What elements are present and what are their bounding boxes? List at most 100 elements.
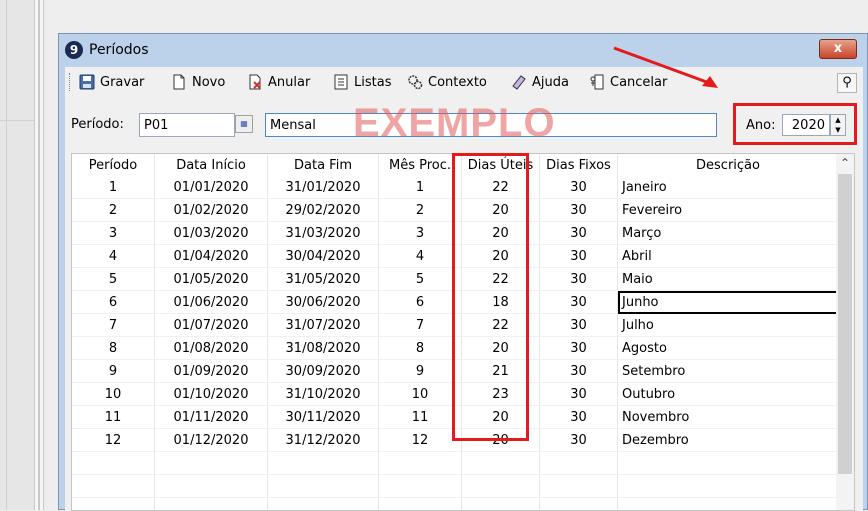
cell[interactable]: 30 (540, 406, 618, 429)
cell[interactable]: 30 (540, 291, 618, 314)
cell[interactable]: 20 (462, 199, 540, 222)
cell[interactable]: 18 (462, 291, 540, 314)
cell[interactable]: 31/01/2020 (268, 176, 379, 199)
listas-button[interactable]: Listas (333, 72, 391, 92)
cell[interactable]: 01/11/2020 (155, 406, 268, 429)
cell[interactable]: 8 (72, 337, 155, 360)
cell[interactable]: 10 (379, 383, 462, 406)
col-dias-fixos[interactable]: Dias Fixos (540, 154, 618, 176)
cell[interactable]: 2 (72, 199, 155, 222)
cell[interactable]: 30 (540, 245, 618, 268)
cell[interactable]: 31/07/2020 (268, 314, 379, 337)
ano-spinner[interactable]: ▲ ▼ (830, 114, 846, 136)
splitter[interactable] (34, 0, 44, 510)
col-dias-uteis[interactable]: Dias Úteis (462, 154, 540, 176)
col-mes-proc[interactable]: Mês Proc. (379, 154, 462, 176)
toolbar-grip[interactable] (69, 73, 73, 91)
cell[interactable]: Março (618, 222, 839, 245)
cell[interactable]: 22 (462, 314, 540, 337)
table-row-empty[interactable] (72, 452, 839, 475)
col-descricao[interactable]: Descrição (618, 154, 839, 176)
table-row[interactable]: 1101/11/202030/11/2020112030Novembro (72, 406, 839, 429)
cell[interactable]: 21 (462, 360, 540, 383)
cell[interactable]: 12 (379, 429, 462, 452)
cell[interactable]: Janeiro (618, 176, 839, 199)
cell[interactable]: Fevereiro (618, 199, 839, 222)
cell[interactable]: 9 (72, 360, 155, 383)
cell[interactable]: 3 (72, 222, 155, 245)
selected-cell[interactable]: Junho (618, 291, 839, 314)
cell[interactable]: 31/12/2020 (268, 429, 379, 452)
scroll-thumb[interactable] (838, 174, 852, 474)
cell[interactable]: 01/07/2020 (155, 314, 268, 337)
table-row[interactable]: 1201/12/202031/12/2020122030Dezembro (72, 429, 839, 452)
cell[interactable]: 30/11/2020 (268, 406, 379, 429)
cell[interactable]: 10 (72, 383, 155, 406)
cell[interactable]: Novembro (618, 406, 839, 429)
table-row[interactable]: 901/09/202030/09/202092130Setembro (72, 360, 839, 383)
cell[interactable]: 2 (379, 199, 462, 222)
cell[interactable]: 11 (72, 406, 155, 429)
cell[interactable]: 6 (379, 291, 462, 314)
cell[interactable]: 01/02/2020 (155, 199, 268, 222)
cell[interactable]: Julho (618, 314, 839, 337)
vertical-scrollbar[interactable]: ⌃ (836, 154, 854, 510)
table-row[interactable]: 301/03/202031/03/202032030Março (72, 222, 839, 245)
cell[interactable]: 23 (462, 383, 540, 406)
cell[interactable]: 8 (379, 337, 462, 360)
cell[interactable]: Outubro (618, 383, 839, 406)
cell[interactable]: 22 (462, 268, 540, 291)
cell[interactable]: 5 (72, 268, 155, 291)
cell[interactable]: 01/01/2020 (155, 176, 268, 199)
cell[interactable]: 01/06/2020 (155, 291, 268, 314)
cell[interactable]: 30 (540, 222, 618, 245)
search-button[interactable]: ⚲ (837, 73, 857, 93)
cell[interactable]: Maio (618, 268, 839, 291)
table-row[interactable]: 701/07/202031/07/202072230Julho (72, 314, 839, 337)
cell[interactable]: 01/09/2020 (155, 360, 268, 383)
col-data-fim[interactable]: Data Fim (268, 154, 379, 176)
title-bar[interactable]: 9 Períodos x (59, 34, 867, 66)
cell[interactable]: 30 (540, 199, 618, 222)
cell[interactable]: 30 (540, 383, 618, 406)
cell[interactable]: 31/03/2020 (268, 222, 379, 245)
cell[interactable]: 4 (379, 245, 462, 268)
spin-up-icon[interactable]: ▲ (831, 115, 845, 125)
col-data-inicio[interactable]: Data Início (155, 154, 268, 176)
cell[interactable]: 29/02/2020 (268, 199, 379, 222)
table-row[interactable]: 401/04/202030/04/202042030Abril (72, 245, 839, 268)
cell[interactable]: 30/06/2020 (268, 291, 379, 314)
cell[interactable]: 20 (462, 245, 540, 268)
periodo-input[interactable] (139, 113, 235, 137)
cell[interactable]: Setembro (618, 360, 839, 383)
cell[interactable]: 7 (72, 314, 155, 337)
ano-input[interactable]: 2020 (782, 114, 830, 136)
table-row-selected[interactable]: 601/06/202030/06/202061830Junho (72, 291, 839, 314)
table-row-empty[interactable] (72, 475, 839, 498)
cell[interactable]: 1 (379, 176, 462, 199)
periodo-lookup-button[interactable]: ▦ (235, 115, 253, 133)
close-button[interactable]: x (819, 39, 857, 59)
cancelar-button[interactable]: Cancelar (589, 72, 667, 92)
chevron-up-icon[interactable]: ⌃ (836, 154, 854, 172)
cell[interactable]: 30 (540, 268, 618, 291)
cell[interactable]: 01/08/2020 (155, 337, 268, 360)
anular-button[interactable]: Anular (247, 72, 310, 92)
novo-button[interactable]: Novo (171, 72, 225, 92)
cell[interactable]: 20 (462, 429, 540, 452)
cell[interactable]: 20 (462, 337, 540, 360)
cell[interactable]: 4 (72, 245, 155, 268)
cell[interactable]: 5 (379, 268, 462, 291)
cell[interactable]: 22 (462, 176, 540, 199)
gravar-button[interactable]: Gravar (79, 72, 144, 92)
cell[interactable]: 20 (462, 222, 540, 245)
cell[interactable]: 01/12/2020 (155, 429, 268, 452)
cell[interactable]: 30/04/2020 (268, 245, 379, 268)
cell[interactable]: 30 (540, 314, 618, 337)
col-periodo[interactable]: Período (72, 154, 155, 176)
cell[interactable]: 01/04/2020 (155, 245, 268, 268)
table-row[interactable]: 801/08/202031/08/202082030Agosto (72, 337, 839, 360)
cell[interactable]: 30 (540, 337, 618, 360)
cell[interactable]: 30/09/2020 (268, 360, 379, 383)
cell[interactable]: 1 (72, 176, 155, 199)
